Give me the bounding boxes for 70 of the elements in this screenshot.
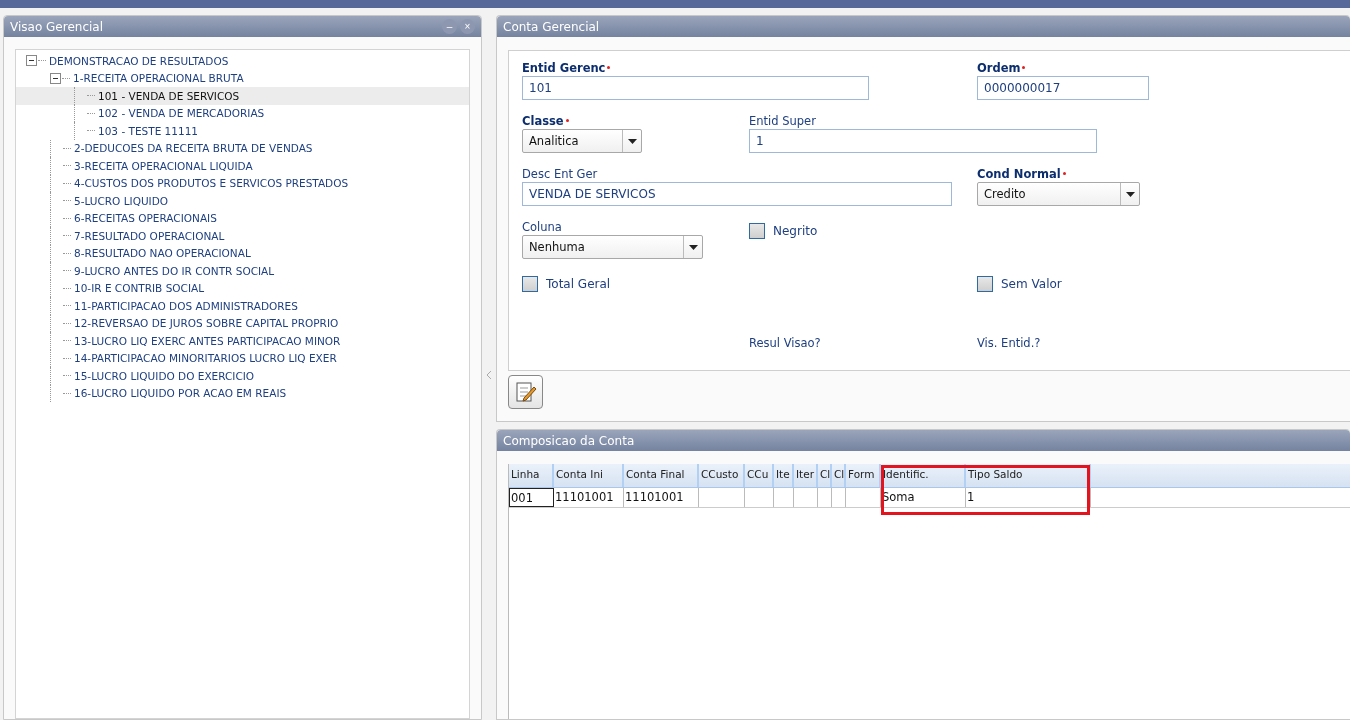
column-header[interactable]: Conta Ini [554,464,624,487]
edit-button[interactable] [508,375,543,409]
checkbox[interactable] [749,223,765,239]
column-header[interactable]: Identific. [881,464,966,487]
table-cell: 11101001 [554,488,624,507]
tree-item[interactable]: 5-LUCRO LIQUIDO [16,192,469,210]
tree-item[interactable]: 3-RECEITA OPERACIONAL LIQUIDA [16,157,469,175]
field-label: Classe [522,113,564,128]
field-label: Cond Normal [977,166,1061,181]
column-header[interactable]: CCusto [699,464,745,487]
tree-item[interactable]: 103 - TESTE 11111 [16,122,469,140]
field-label: Resul Visao? [749,336,821,350]
text-field[interactable]: VENDA DE SERVICOS [522,182,952,206]
required-marker-icon [1022,66,1026,69]
collapse-icon[interactable] [50,72,61,84]
column-header[interactable]: Conta Final [624,464,699,487]
field-label: Desc Ent Ger [522,166,598,181]
required-marker-icon [607,66,611,69]
column-header[interactable]: Iter [794,464,818,487]
checkbox-label: Sem Valor [1001,277,1062,291]
tree-item[interactable]: 12-REVERSAO DE JUROS SOBRE CAPITAL PROPRIO [16,314,469,332]
dropdown[interactable]: Analitica [522,129,642,153]
field-label: Entid Super [749,113,816,128]
dropdown[interactable]: Nenhuma [522,235,703,259]
tree-item[interactable]: 8-RESULTADO NAO OPERACIONAL [16,244,469,262]
dropdown[interactable]: Credito [977,182,1140,206]
field-label: Vis. Entid.? [977,336,1041,350]
text-field[interactable]: 1 [749,129,1097,153]
panel-title: Composicao da Conta [503,433,635,448]
tree-item[interactable]: 11-PARTICIPACAO DOS ADMINISTRADORES [16,297,469,315]
tree-item[interactable]: 2-DEDUCOES DA RECEITA BRUTA DE VENDAS [16,139,469,157]
table-cell: 11101001 [624,488,699,507]
checkbox-label: Total Geral [546,277,611,291]
checkbox[interactable] [522,276,538,292]
text-field[interactable]: 0000000017 [977,76,1149,100]
panel-title: Conta Gerencial [503,19,600,34]
column-header[interactable]: Form [846,464,881,487]
tree-item[interactable]: 15-LUCRO LIQUIDO DO EXERCICIO [16,367,469,385]
column-header[interactable]: CCu [745,464,774,487]
column-header[interactable]: Ite [774,464,794,487]
table-cell: Soma [881,488,966,507]
text-field[interactable]: 101 [522,76,869,100]
checkbox-label: Negrito [773,224,818,238]
table-cell: 1 [966,488,1091,507]
required-marker-icon [565,119,569,122]
field-label: Entid Gerenc [522,60,606,75]
tree-item[interactable]: 14-PARTICIPACAO MINORITARIOS LUCRO LIQ EXER [16,349,469,367]
checkbox[interactable] [977,276,993,292]
table-cell: 001 [509,488,554,507]
required-marker-icon [1062,172,1066,175]
column-header[interactable]: Tipo Saldo [966,464,1091,487]
field-label: Ordem [977,60,1021,75]
column-header[interactable]: Linha [509,464,554,487]
tree-item[interactable]: 101 - VENDA DE SERVICOS [16,87,469,105]
column-header[interactable]: Cl [832,464,846,487]
tree-item[interactable]: 10-IR E CONTRIB SOCIAL [16,279,469,297]
panel-title: Visao Gerencial [10,19,103,34]
column-header[interactable]: Cl [818,464,832,487]
tree-item[interactable]: 1-RECEITA OPERACIONAL BRUTA [16,69,469,87]
tree-item[interactable]: 13-LUCRO LIQ EXERC ANTES PARTICIPACAO MINOR [16,332,469,350]
tree-item[interactable]: 9-LUCRO ANTES DO IR CONTR SOCIAL [16,262,469,280]
tree-item[interactable]: 4-CUSTOS DOS PRODUTOS E SERVICOS PRESTADOS [16,174,469,192]
tree-item[interactable]: 7-RESULTADO OPERACIONAL [16,227,469,245]
tree-item[interactable]: 102 - VENDA DE MERCADORIAS [16,104,469,122]
tree-item[interactable]: 16-LUCRO LIQUIDO POR ACAO EM REAIS [16,384,469,402]
collapse-icon[interactable] [26,55,37,67]
field-label: Coluna [522,219,562,234]
tree-item[interactable]: 6-RECEITAS OPERACIONAIS [16,209,469,227]
notepad-pencil-icon [513,380,538,404]
tree-item[interactable]: DEMONSTRACAO DE RESULTADOS [16,52,469,70]
